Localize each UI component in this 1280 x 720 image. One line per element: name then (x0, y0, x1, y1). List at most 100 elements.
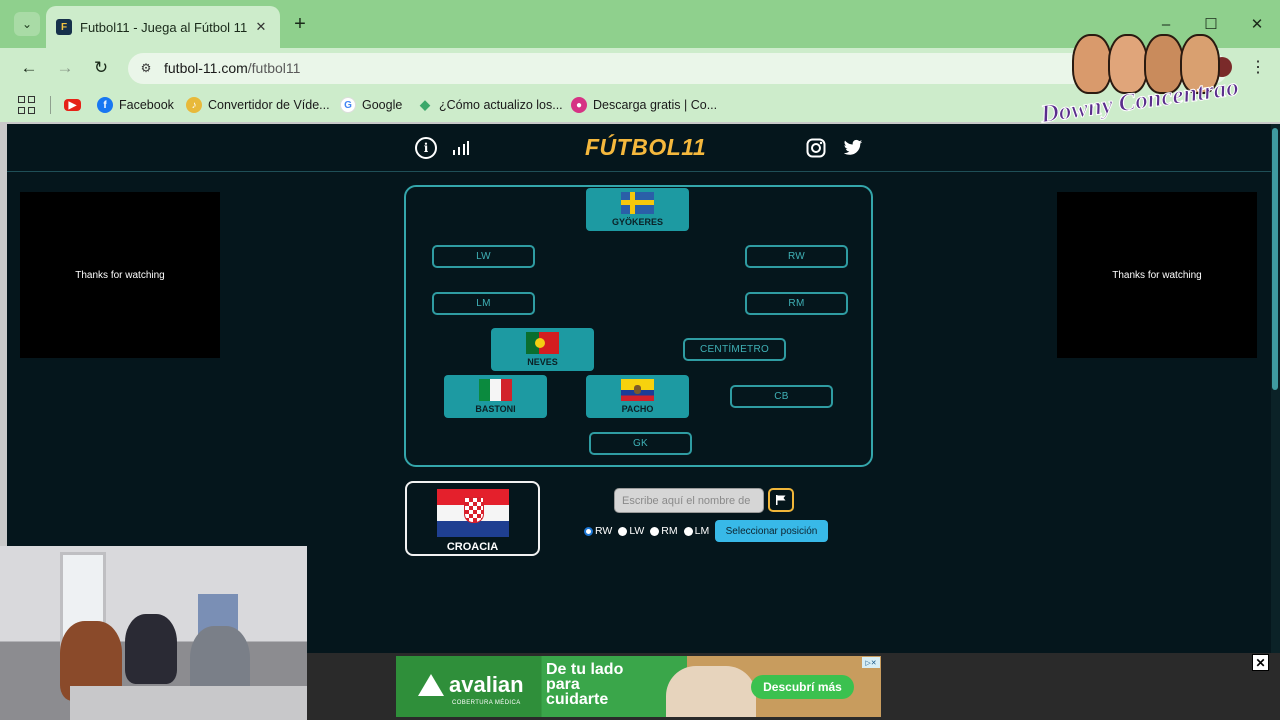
radio-lm[interactable]: LM (683, 525, 709, 537)
radio-rm[interactable]: RM (650, 525, 678, 537)
twitter-bird-icon (843, 139, 863, 155)
country-card: CROACIA (405, 481, 540, 556)
bookmark-label: Descarga gratis | Co... (593, 98, 718, 112)
position-lw[interactable]: LW (432, 245, 535, 268)
twitter-icon[interactable] (842, 137, 864, 159)
position-radio-group: RW LW RM LM (584, 525, 709, 537)
info-icon[interactable]: i (415, 137, 437, 159)
player-name-input[interactable] (614, 488, 764, 513)
ad-people-photo (666, 666, 756, 717)
ad-brand-sub: COBERTURA MÉDICA (452, 700, 521, 706)
active-tab[interactable]: F Futbol11 - Juega al Fútbol 11 ✕ (46, 6, 280, 48)
forward-button[interactable]: → (53, 56, 77, 80)
converter-icon: ♪ (186, 97, 202, 113)
player-slot-defender-center[interactable]: PACHO (586, 375, 689, 418)
radio-dot[interactable] (683, 526, 693, 536)
flag-button[interactable] (768, 488, 794, 512)
sweden-flag-icon (621, 192, 654, 214)
player-slot-defender-left[interactable]: BASTONI (444, 375, 547, 418)
radio-label: RW (595, 525, 613, 537)
webcam-person-2 (125, 614, 177, 684)
stats-icon[interactable] (450, 137, 472, 159)
bookmark-label: Facebook (119, 98, 174, 112)
radio-rw[interactable]: RW (584, 525, 612, 537)
radio-lw[interactable]: LW (618, 525, 644, 537)
back-button[interactable]: ← (17, 56, 41, 80)
tab-search-button[interactable]: ⌄ (14, 12, 40, 36)
ad-headline: De tu lado para cuidarte (546, 661, 624, 708)
bookmark-facebook[interactable]: f Facebook (97, 95, 174, 115)
bookmark-converter[interactable]: ♪ Convertidor de Víde... (186, 95, 330, 115)
page-scrollbar-thumb[interactable] (1272, 128, 1278, 390)
drop-icon: ● (571, 97, 587, 113)
youtube-icon: ▶ (64, 99, 81, 111)
player-name: NEVES (527, 357, 558, 367)
cartoon-face-1 (1072, 34, 1112, 94)
url-host: futbol-11.com (164, 60, 248, 76)
radio-label: LW (629, 525, 645, 537)
right-side-ad[interactable]: Thanks for watching (1057, 192, 1257, 358)
bookmarks-divider (50, 96, 51, 114)
avalian-ad-banner[interactable]: avalian COBERTURA MÉDICA De tu lado para… (396, 656, 881, 717)
instagram-glyph-icon (806, 138, 826, 158)
bookmark-update[interactable]: ◆ ¿Cómo actualizo los... (417, 95, 563, 115)
close-ad-button[interactable]: ✕ (1252, 654, 1269, 671)
position-rw[interactable]: RW (745, 245, 848, 268)
ad-cta-button[interactable]: Descubrí más (751, 675, 854, 699)
italy-flag-icon (479, 379, 512, 401)
reload-button[interactable]: ↻ (89, 56, 113, 80)
adchoices-icon[interactable]: ▷✕ (862, 657, 880, 668)
formation-pitch: GYÖKERES LW RW LM RM NEVES CENTÍMETRO BA… (404, 185, 873, 467)
maximize-button[interactable]: ☐ (1199, 12, 1223, 36)
player-name: PACHO (621, 404, 654, 414)
country-name: CROACIA (446, 541, 499, 553)
tab-title: Futbol11 - Juega al Fútbol 11 (80, 19, 248, 35)
close-window-button[interactable]: ✕ (1245, 12, 1269, 36)
radio-dot[interactable] (650, 526, 660, 536)
position-cb[interactable]: CB (730, 385, 833, 408)
bookmark-label: Google (362, 98, 403, 112)
url-path: /futbol11 (247, 60, 301, 76)
position-gk[interactable]: GK (589, 432, 692, 455)
webcam-overlay (0, 546, 307, 720)
avalian-triangle-icon (418, 674, 444, 696)
minimize-button[interactable]: – (1154, 12, 1178, 36)
radio-label: RM (661, 525, 678, 537)
facebook-icon: f (97, 97, 113, 113)
bookmark-label: ¿Cómo actualizo los... (439, 98, 563, 112)
croatia-flag-icon (436, 489, 509, 537)
left-side-ad[interactable]: Thanks for watching (20, 192, 220, 358)
bookmark-youtube[interactable]: ▶ (64, 95, 87, 115)
close-tab-icon[interactable]: ✕ (252, 18, 270, 36)
site-header: i FÚTBOL11 (7, 124, 1271, 172)
radio-dot[interactable] (618, 526, 628, 536)
streamer-watermark-logo: Downy Concentrao (1039, 34, 1262, 130)
position-rm[interactable]: RM (745, 292, 848, 315)
bookmark-download[interactable]: ● Descarga gratis | Co... (571, 95, 717, 115)
bar-chart-icon (453, 141, 469, 155)
new-tab-button[interactable]: + (288, 12, 312, 36)
futbol11-favicon-icon: F (56, 19, 72, 35)
apps-grid-icon[interactable] (18, 96, 36, 114)
position-lm[interactable]: LM (432, 292, 535, 315)
position-centimetro[interactable]: CENTÍMETRO (683, 338, 786, 361)
instagram-icon[interactable] (805, 137, 827, 159)
player-name: BASTONI (475, 404, 516, 414)
bookmark-google[interactable]: G Google (340, 95, 402, 115)
webcam-desk-scene (70, 686, 307, 720)
player-slot-midfield[interactable]: NEVES (491, 328, 594, 371)
player-name: GYÖKERES (611, 217, 663, 227)
radio-dot-checked[interactable] (584, 526, 593, 536)
player-slot-striker[interactable]: GYÖKERES (586, 188, 689, 231)
avalian-logo: avalian (418, 672, 524, 698)
left-ad-text: Thanks for watching (75, 269, 165, 281)
diamond-icon: ◆ (420, 97, 430, 112)
site-info-icon[interactable]: ⚙ (136, 58, 156, 78)
flag-icon (776, 495, 786, 505)
select-position-button[interactable]: Seleccionar posición (715, 520, 828, 542)
cartoon-face-2 (1108, 34, 1148, 94)
google-icon: G (340, 97, 356, 113)
ecuador-flag-icon (621, 379, 654, 401)
site-logo[interactable]: FÚTBOL11 (585, 134, 706, 161)
url-text: futbol-11.com/futbol11 (164, 60, 300, 76)
